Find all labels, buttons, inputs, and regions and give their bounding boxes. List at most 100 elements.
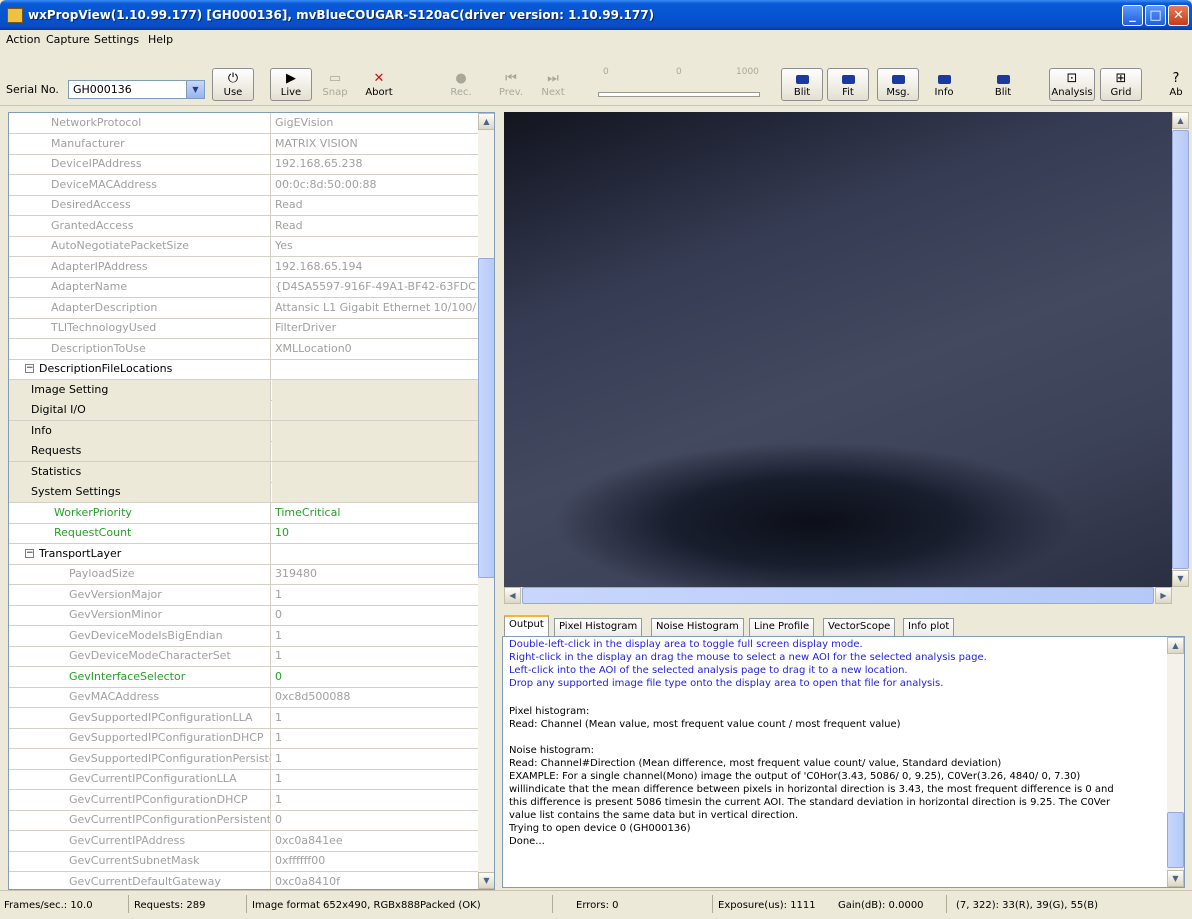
- property-value[interactable]: XMLLocation0: [272, 339, 479, 359]
- property-value[interactable]: [272, 482, 479, 502]
- property-value[interactable]: 0: [272, 667, 479, 687]
- property-row[interactable]: GevCurrentDefaultGateway 0xc0a8410f: [9, 871, 479, 890]
- property-value[interactable]: Read: [272, 216, 479, 236]
- property-row[interactable]: − TransportLayer: [9, 543, 479, 565]
- tab-output[interactable]: Output: [504, 615, 549, 636]
- property-value[interactable]: 0xc0a841ee: [272, 831, 479, 851]
- property-value[interactable]: 1: [272, 646, 479, 666]
- property-value[interactable]: 1: [272, 585, 479, 605]
- property-value[interactable]: [272, 420, 479, 441]
- property-row[interactable]: GevCurrentIPConfigurationPersistent 0: [9, 810, 479, 831]
- blit-button[interactable]: Blit: [781, 68, 823, 101]
- property-row[interactable]: RequestCount 10: [9, 523, 479, 544]
- abort-button[interactable]: ✕ Abort: [358, 68, 400, 101]
- property-value[interactable]: 10: [272, 523, 479, 543]
- scroll-down-icon[interactable]: ▼: [1167, 870, 1184, 887]
- property-value[interactable]: 1: [272, 626, 479, 646]
- property-value[interactable]: [272, 379, 479, 400]
- property-row[interactable]: PayloadSize 319480: [9, 564, 479, 585]
- property-value[interactable]: Read: [272, 195, 479, 215]
- property-row[interactable]: GevDeviceModeCharacterSet 1: [9, 646, 479, 667]
- property-value[interactable]: 0xc8d500088: [272, 687, 479, 707]
- output-scrollbar[interactable]: ▲ ▼: [1167, 637, 1184, 887]
- property-value[interactable]: 0: [272, 810, 479, 830]
- close-button[interactable]: ✕: [1168, 5, 1189, 26]
- menu-capture[interactable]: Capture: [46, 33, 90, 46]
- property-value[interactable]: Yes: [272, 236, 479, 256]
- property-row[interactable]: GevMACAddress 0xc8d500088: [9, 687, 479, 708]
- property-value[interactable]: [272, 359, 479, 379]
- output-log[interactable]: Double-left-click in the display area to…: [502, 636, 1185, 888]
- property-row[interactable]: GevSupportedIPConfigurationPersiste 1: [9, 748, 479, 770]
- property-row[interactable]: NetworkProtocol GigEVision: [9, 113, 479, 134]
- property-row[interactable]: −Statistics: [9, 461, 479, 483]
- property-value[interactable]: 1: [272, 708, 479, 728]
- property-value[interactable]: 0xffffff00: [272, 851, 479, 871]
- property-value[interactable]: 1: [272, 769, 479, 789]
- blit2-button[interactable]: Blit: [982, 68, 1024, 101]
- scroll-right-icon[interactable]: ▶: [1155, 587, 1172, 604]
- property-grid-scrollbar[interactable]: ▲ ▼: [478, 113, 494, 889]
- property-row[interactable]: DeviceIPAddress 192.168.65.238: [9, 154, 479, 175]
- property-value[interactable]: FilterDriver: [272, 318, 479, 338]
- tab-pixel-histogram[interactable]: Pixel Histogram: [554, 618, 643, 636]
- property-value[interactable]: TimeCritical: [272, 503, 479, 523]
- property-row[interactable]: GevCurrentIPConfigurationLLA 1: [9, 769, 479, 790]
- tab-noise-histogram[interactable]: Noise Histogram: [651, 618, 744, 636]
- maximize-button[interactable]: □: [1145, 5, 1166, 26]
- property-value[interactable]: 0: [272, 605, 479, 625]
- property-row[interactable]: GevCurrentIPConfigurationDHCP 1: [9, 789, 479, 811]
- prev-button[interactable]: ⏮ Prev.: [490, 68, 532, 101]
- record-button[interactable]: ● Rec.: [440, 68, 482, 101]
- property-value[interactable]: [272, 544, 479, 564]
- scroll-down-icon[interactable]: ▼: [478, 872, 494, 889]
- property-row[interactable]: −Digital I/O: [9, 400, 479, 421]
- property-row[interactable]: −Image Setting: [9, 379, 479, 401]
- property-value[interactable]: MATRIX VISION: [272, 134, 479, 154]
- property-row[interactable]: DescriptionToUse XMLLocation0: [9, 338, 479, 360]
- scroll-up-icon[interactable]: ▲: [478, 113, 494, 130]
- property-value[interactable]: 192.168.65.238: [272, 154, 479, 174]
- property-row[interactable]: GevCurrentIPAddress 0xc0a841ee: [9, 830, 479, 852]
- property-value[interactable]: {D4SA5597-916F-49A1-BF42-63FDC: [272, 277, 479, 297]
- scroll-up-icon[interactable]: ▲: [1172, 112, 1189, 129]
- frame-slider[interactable]: [598, 92, 760, 97]
- property-value[interactable]: 319480: [272, 564, 479, 584]
- property-value[interactable]: 00:0c:8d:50:00:88: [272, 175, 479, 195]
- grid-button[interactable]: ⊞ Grid: [1100, 68, 1142, 101]
- property-row[interactable]: GevCurrentSubnetMask 0xffffff00: [9, 851, 479, 872]
- property-row[interactable]: GevInterfaceSelector 0: [9, 666, 479, 688]
- property-row[interactable]: AutoNegotiatePacketSize Yes: [9, 236, 479, 257]
- tab-line-profile[interactable]: Line Profile: [749, 618, 815, 636]
- scroll-down-icon[interactable]: ▼: [1172, 570, 1189, 587]
- property-value[interactable]: GigEVision: [272, 113, 479, 133]
- image-hscroll-thumb[interactable]: [522, 587, 1154, 604]
- output-scroll-thumb[interactable]: [1167, 812, 1184, 868]
- minimize-button[interactable]: _: [1122, 5, 1143, 26]
- chevron-down-icon[interactable]: ▼: [186, 81, 204, 98]
- fit-button[interactable]: Fit: [827, 68, 869, 101]
- menu-settings[interactable]: Settings: [94, 33, 139, 46]
- property-row[interactable]: AdapterName {D4SA5597-916F-49A1-BF42-63FD…: [9, 277, 479, 298]
- image-hscrollbar[interactable]: ◀ ▶: [504, 587, 1172, 604]
- property-row[interactable]: Manufacturer MATRIX VISION: [9, 133, 479, 155]
- property-value[interactable]: 0xc0a8410f: [272, 872, 479, 890]
- snap-button[interactable]: ▭ Snap: [314, 68, 356, 101]
- scroll-left-icon[interactable]: ◀: [504, 587, 521, 604]
- image-vscroll-thumb[interactable]: [1172, 130, 1189, 569]
- property-row[interactable]: GevVersionMinor 0: [9, 605, 479, 626]
- property-row[interactable]: GevSupportedIPConfigurationLLA 1: [9, 707, 479, 729]
- property-value[interactable]: [272, 441, 479, 461]
- next-button[interactable]: ⏭ Next: [532, 68, 574, 101]
- property-row[interactable]: GevVersionMajor 1: [9, 584, 479, 606]
- property-row[interactable]: GrantedAccess Read: [9, 215, 479, 237]
- use-button[interactable]: ⏻ Use: [212, 68, 254, 101]
- property-value[interactable]: [272, 400, 479, 420]
- property-row[interactable]: −System Settings: [9, 482, 479, 503]
- property-row[interactable]: WorkerPriority TimeCritical: [9, 502, 479, 524]
- property-row[interactable]: −Info: [9, 420, 479, 442]
- property-row[interactable]: − DescriptionFileLocations: [9, 359, 479, 380]
- image-display[interactable]: [504, 112, 1172, 587]
- menu-action[interactable]: Action: [6, 33, 40, 46]
- property-row[interactable]: DeviceMACAddress 00:0c:8d:50:00:88: [9, 174, 479, 196]
